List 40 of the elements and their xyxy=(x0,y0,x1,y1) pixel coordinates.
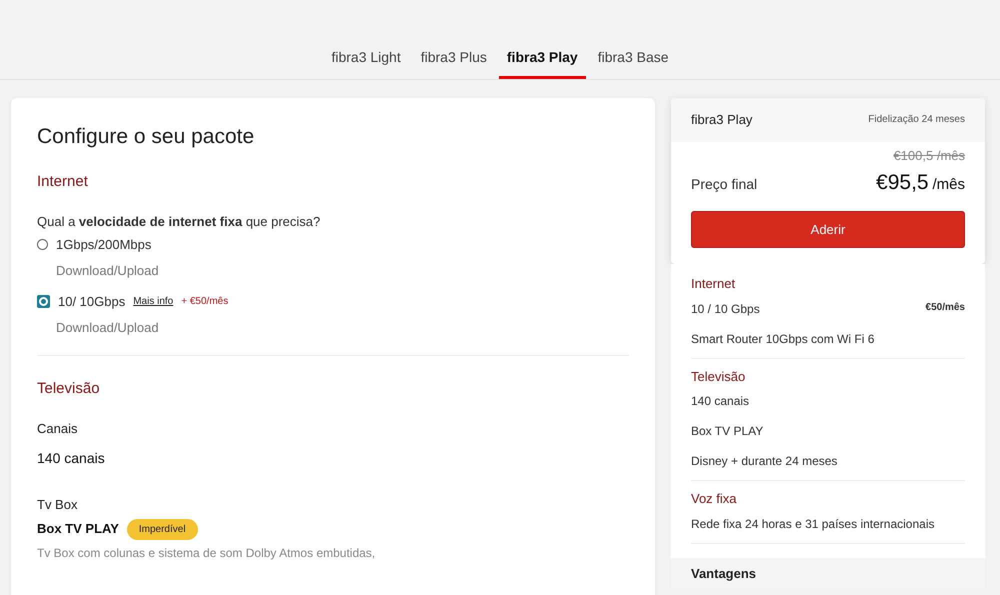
plan-tab[interactable]: fibra3 Light xyxy=(323,47,409,79)
option-label: 10/ 10Gbps xyxy=(58,293,126,312)
group-heading: Internet xyxy=(691,275,736,293)
summary-item: Rede fixa 24 horas e 31 países internacionais xyxy=(691,516,934,532)
summary-item: 10 / 10 Gbps xyxy=(691,300,760,318)
option-caption: Download/Upload xyxy=(56,262,160,280)
field-label: Canais xyxy=(37,420,78,438)
plan-tab[interactable]: fibra3 Plus xyxy=(412,47,495,79)
summary-item: 140 canais xyxy=(691,393,750,410)
promo-badge: Imperdível xyxy=(126,518,198,540)
section-heading: Televisão xyxy=(37,379,101,400)
old-price: €100,5 /mês xyxy=(892,146,965,164)
advantages-heading: Vantagens xyxy=(671,558,985,587)
summary-item: Box TV PLAY xyxy=(691,423,764,440)
commitment-text: Fidelização 24 meses xyxy=(868,113,965,128)
question-text: Qual a velocidade de internet fixa que precisa? xyxy=(37,212,322,231)
box-name: Box TV PLAY xyxy=(37,520,119,538)
radio-button[interactable] xyxy=(37,295,50,308)
more-info-link[interactable]: Mais info xyxy=(133,294,174,310)
summary-item: Disney + durante 24 meses xyxy=(691,453,838,470)
summary-item: Smart Router 10Gbps com Wi Fi 6 xyxy=(691,330,874,348)
price-unit: /mês xyxy=(932,176,965,193)
plan-name: fibra3 Play xyxy=(691,111,752,129)
radio-button[interactable] xyxy=(37,239,48,250)
final-price: €95,5 xyxy=(876,171,929,194)
group-heading: Televisão xyxy=(691,368,746,386)
option-label: 1Gbps/200Mbps xyxy=(56,236,152,254)
price-label: Preço final xyxy=(691,175,758,194)
price-extra: + €50/mês xyxy=(181,295,228,310)
page-title: Configure o seu pacote xyxy=(37,124,256,150)
plan-tab[interactable]: fibra3 Play xyxy=(498,47,586,79)
group-heading: Voz fixa xyxy=(691,490,738,508)
channels-value: 140 canais xyxy=(37,449,106,468)
option-caption: Download/Upload xyxy=(56,318,160,337)
field-label: Tv Box xyxy=(37,496,78,514)
join-button[interactable]: Aderir xyxy=(691,210,965,248)
section-heading: Internet xyxy=(37,172,89,192)
plan-tab[interactable]: fibra3 Base xyxy=(590,47,677,79)
box-description: Tv Box com colunas e sistema de som Dolby Atmos embutidas, xyxy=(37,544,376,562)
item-price: €50/mês xyxy=(926,300,965,314)
